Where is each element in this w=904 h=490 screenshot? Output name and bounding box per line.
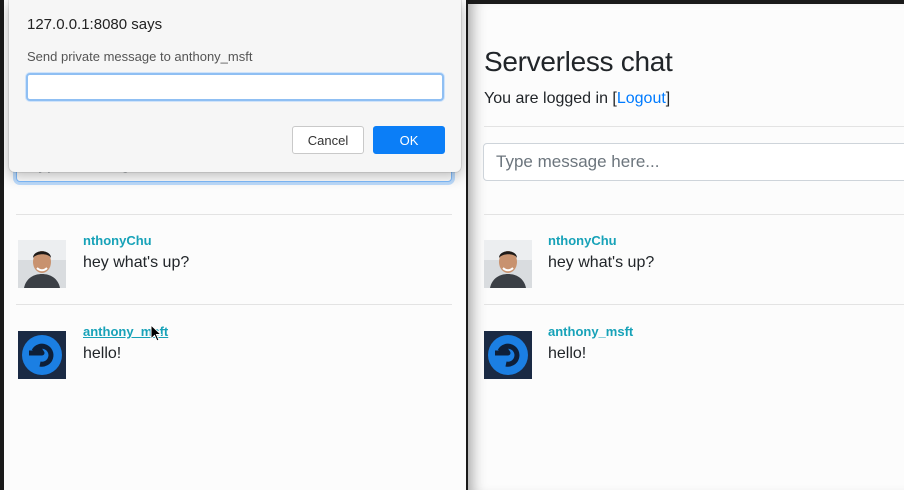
person-photo-avatar (18, 240, 66, 288)
dialog-message: Send private message to anthony_msft (27, 49, 253, 64)
dialog-title: 127.0.0.1:8080 says (27, 16, 163, 33)
message-text: hello! (548, 345, 587, 362)
logout-link[interactable]: Logout (617, 90, 666, 107)
message-text: hey what's up? (548, 254, 655, 271)
blue-logo-avatar (484, 331, 532, 379)
divider (16, 214, 452, 215)
message-text: hello! (83, 345, 122, 362)
login-status: You are logged in [Logout] (484, 90, 670, 108)
dialog-text-input[interactable] (26, 73, 444, 101)
page-title: Serverless chat (484, 46, 673, 77)
cancel-button[interactable]: Cancel (292, 126, 364, 154)
message-input[interactable] (483, 143, 904, 181)
message-sender[interactable]: anthony_msft (548, 324, 633, 339)
divider (484, 304, 904, 305)
right-browser-pane: Serverless chat You are logged in [Logou… (468, 4, 904, 490)
ok-button[interactable]: OK (373, 126, 445, 154)
prompt-dialog: 127.0.0.1:8080 says Send private message… (9, 0, 461, 172)
person-photo-avatar (484, 240, 532, 288)
logout-bracket-close: ] (665, 90, 671, 107)
mouse-cursor-icon (150, 324, 162, 342)
message-sender[interactable]: nthonyChu (548, 233, 617, 248)
divider (16, 304, 452, 305)
message-sender[interactable]: nthonyChu (83, 233, 152, 248)
divider (484, 126, 904, 127)
message-text: hey what's up? (83, 254, 190, 271)
divider (484, 214, 904, 215)
blue-logo-avatar (18, 331, 66, 379)
login-status-text: You are logged in (484, 90, 613, 107)
